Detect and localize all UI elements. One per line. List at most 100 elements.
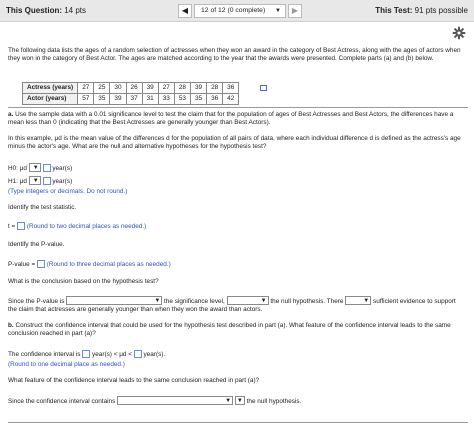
part-b-body: Construct the confidence interval that c… — [8, 322, 451, 337]
actor-row-label: Actor (years) — [21, 93, 79, 105]
table-cell: 39 — [141, 82, 159, 94]
table-cell: 35 — [189, 93, 208, 105]
chevron-down-icon: ▼ — [32, 178, 39, 184]
years-unit: year(s) — [52, 178, 73, 185]
t-label: t = — [8, 223, 16, 230]
ci-decision-select[interactable]: ▼ — [234, 396, 245, 405]
table-cell: 27 — [157, 82, 175, 94]
table-cell: 57 — [77, 93, 95, 105]
problem-intro: The following data lists the ages of a r… — [8, 47, 461, 62]
since-ci-text: Since the confidence interval contains — [8, 398, 116, 405]
conclusion-row: Since the P-value is ▼ the significance … — [8, 296, 468, 306]
table-cell: 28 — [173, 82, 191, 94]
table-cell: 25 — [93, 82, 111, 94]
table-cell: 42 — [222, 93, 240, 105]
h1-value-input[interactable] — [42, 177, 51, 185]
identify-stat-text: Identify the test statistic. — [8, 204, 77, 211]
table-cell: 31 — [141, 93, 159, 105]
table-cell: 36 — [222, 82, 240, 94]
part-a-label: a. — [8, 111, 14, 118]
table-cell: 36 — [206, 93, 224, 105]
table-cell: 26 — [125, 82, 143, 94]
table-cell: 30 — [109, 82, 127, 94]
p-comparison-select[interactable]: ▼ — [66, 296, 163, 305]
conclusion-question: What is the conclusion based on the hypo… — [8, 278, 159, 285]
question-navigator-dropdown[interactable]: 12 of 12 (0 complete) ▼ — [194, 4, 286, 18]
years-unit: year(s) — [52, 165, 73, 172]
chevron-down-icon: ▼ — [236, 398, 243, 404]
h0-label: H0: μd — [8, 165, 27, 172]
part-b-text: b. Construct the confidence interval tha… — [8, 322, 468, 338]
reject-decision-select[interactable]: ▼ — [226, 296, 269, 305]
chevron-down-icon: ▼ — [275, 8, 281, 14]
chevron-down-icon: ▼ — [154, 298, 161, 304]
previous-question-button[interactable]: ◀ — [178, 4, 192, 18]
ci-upper-input[interactable] — [133, 350, 142, 358]
bottom-divider — [8, 422, 468, 423]
claim-text: the claim that actresses are generally y… — [8, 306, 263, 313]
sufficient-text: sufficient evidence to support — [373, 298, 456, 305]
part-a-body: Use the sample data with a 0.01 signific… — [8, 111, 454, 126]
since-p-text: Since the P-value is — [8, 298, 65, 305]
example-text: In this example, μd is the mean value of… — [8, 135, 461, 150]
chevron-down-icon: ▼ — [32, 165, 39, 171]
table-cell: 35 — [93, 93, 111, 105]
table-cell: 39 — [109, 93, 127, 105]
p-value-input[interactable] — [36, 260, 45, 268]
divider — [8, 107, 468, 108]
chevron-down-icon: ▼ — [363, 298, 370, 304]
part-a-text: a. Use the sample data with a 0.01 signi… — [8, 111, 468, 127]
ci-row: The confidence interval is year(s) < μd … — [8, 350, 468, 359]
p-row: P-value = (Round to three decimal places… — [8, 260, 468, 269]
sig-level-text: the significance level, — [164, 298, 225, 305]
question-score: This Question: 14 pts — [6, 6, 86, 16]
test-label: This Test: — [375, 6, 413, 15]
part-b-label: b. — [8, 322, 14, 329]
type-hint: (Type integers or decimals. Do not round… — [8, 188, 128, 195]
h1-label: H1: μd — [8, 178, 27, 185]
test-score: This Test: 91 pts possible — [375, 6, 468, 16]
table-cell: 27 — [77, 82, 95, 94]
table-cell: 33 — [157, 93, 175, 105]
h0-value-input[interactable] — [42, 164, 51, 172]
feature-question: What feature of the confidence interval … — [8, 377, 260, 384]
null-hyp-text: the null hypothesis. There — [270, 298, 344, 305]
ci-lower-input[interactable] — [82, 350, 91, 358]
null-end-text: the null hypothesis. — [246, 398, 302, 405]
test-points: 91 pts possible — [414, 6, 468, 15]
ci-contains-select[interactable]: ▼ — [117, 396, 234, 405]
ages-table: Actress (years) 27 25 30 26 39 27 28 39 … — [21, 82, 240, 105]
identify-p-text: Identify the P-value. — [8, 241, 65, 248]
t-row: t = (Round to two decimal places as need… — [8, 222, 468, 231]
next-question-button[interactable]: ▶ — [288, 4, 302, 18]
actress-row-label: Actress (years) — [21, 82, 79, 94]
t-stat-input[interactable] — [17, 222, 26, 230]
h1-operator-select[interactable]: ▼ — [28, 176, 41, 185]
table-row: Actor (years) 57 35 39 37 31 33 53 35 36… — [21, 93, 240, 105]
ci-end-text: year(s). — [143, 351, 166, 358]
evidence-select[interactable]: ▼ — [345, 296, 372, 305]
chevron-down-icon: ▼ — [260, 298, 267, 304]
chevron-down-icon: ▼ — [225, 398, 232, 404]
table-cell: 53 — [173, 93, 191, 105]
h0-operator-select[interactable]: ▼ — [28, 163, 41, 172]
feature-row: Since the confidence interval contains ▼… — [8, 396, 468, 406]
question-label: This Question: — [6, 6, 62, 15]
ci-label: The confidence interval is — [8, 351, 81, 358]
table-cell: 37 — [125, 93, 143, 105]
data-table-icon[interactable] — [260, 85, 267, 91]
ci-mid-text: year(s) < μd < — [92, 351, 132, 358]
question-points: 14 pts — [64, 6, 87, 15]
p-hint: (Round to three decimal places as needed… — [46, 261, 171, 268]
table-cell: 39 — [189, 82, 208, 94]
t-hint: (Round to two decimal places as needed.) — [26, 223, 147, 230]
question-status: 12 of 12 (0 complete) — [201, 7, 266, 14]
gear-icon[interactable] — [452, 26, 466, 40]
table-row: Actress (years) 27 25 30 26 39 27 28 39 … — [21, 82, 240, 94]
p-label: P-value = — [8, 261, 36, 268]
h0-row: H0: μd ▼ year(s) — [8, 163, 72, 173]
table-cell: 28 — [206, 82, 224, 94]
h1-row: H1: μd ▼ year(s) — [8, 176, 72, 186]
top-bar: This Question: 14 pts ◀ 12 of 12 (0 comp… — [0, 0, 474, 22]
ci-hint: (Round to one decimal place as needed.) — [8, 361, 125, 368]
